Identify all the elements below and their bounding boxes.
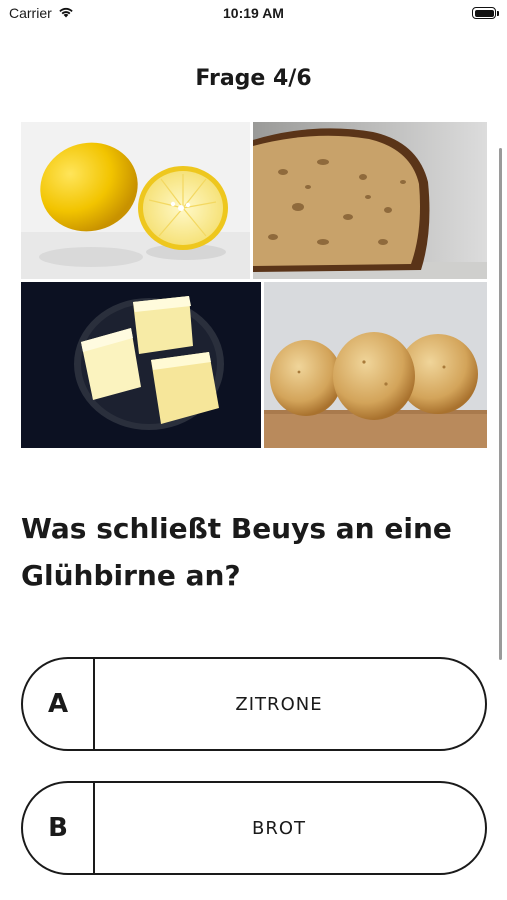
scrollbar[interactable] [499, 148, 502, 660]
answer-letter: B [23, 783, 95, 873]
answer-option-b[interactable]: B BROT [21, 781, 487, 875]
bread-image [253, 122, 487, 279]
page-title: Frage 4/6 [195, 66, 312, 91]
clock: 10:19 AM [223, 5, 284, 21]
status-bar: Carrier 10:19 AM [0, 0, 507, 30]
answer-option-a[interactable]: A ZITRONE [21, 657, 487, 751]
question-text: Was schließt Beuys an eine Glühbirne an? [21, 512, 452, 592]
butter-image [21, 282, 261, 448]
potatoes-image [264, 282, 487, 448]
lemon-image [21, 122, 250, 279]
answer-label: ZITRONE [235, 693, 323, 715]
answer-label: BROT [251, 817, 307, 839]
battery-icon [472, 7, 499, 19]
answer-letter: A [23, 659, 95, 749]
